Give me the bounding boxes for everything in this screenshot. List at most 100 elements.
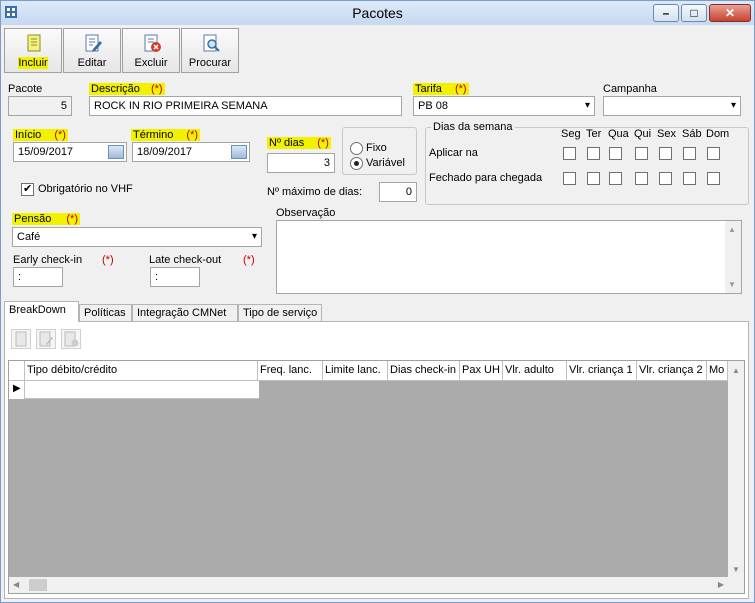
col-vlr-adulto[interactable]: Vlr. adulto (503, 361, 567, 381)
minimize-button[interactable]: – (653, 4, 679, 22)
pensao-select[interactable]: Café ▾ (12, 227, 262, 247)
edit-icon (85, 34, 102, 52)
breakdown-grid: Tipo débito/crédito Freq. lanc. Limite l… (8, 360, 745, 594)
fechado-qui-checkbox[interactable] (635, 172, 648, 185)
new-document-icon (26, 34, 41, 52)
col-mo[interactable]: Mo (707, 361, 728, 381)
scroll-up-icon[interactable]: ▲ (728, 225, 736, 234)
nmax-input[interactable]: 0 (379, 182, 417, 202)
close-button[interactable]: ✕ (709, 4, 751, 22)
calendar-icon[interactable] (108, 145, 124, 159)
aplicar-sab-checkbox[interactable] (683, 147, 696, 160)
col-dias-checkin[interactable]: Dias check-in (388, 361, 460, 381)
excluir-label: Excluir (134, 57, 168, 69)
early-label: Early check-in (13, 254, 83, 266)
breakdown-edit-button[interactable] (36, 329, 56, 349)
aplicar-seg-checkbox[interactable] (563, 147, 576, 160)
pensao-required: (*) (66, 213, 78, 225)
fixo-label: Fixo (366, 142, 387, 154)
inicio-required: (*) (54, 129, 66, 141)
ndias-label: Nº dias (269, 137, 305, 149)
inicio-label: Início (15, 129, 42, 141)
descricao-input[interactable]: ROCK IN RIO PRIMEIRA SEMANA (89, 96, 402, 116)
fechado-label: Fechado para chegada (429, 172, 543, 184)
tab-politicas[interactable]: Políticas (79, 304, 132, 321)
search-icon (203, 34, 220, 52)
procurar-button[interactable]: Procurar (181, 28, 239, 73)
tab-tipo-servico[interactable]: Tipo de serviço (238, 304, 322, 321)
termino-required: (*) (186, 129, 199, 141)
pacote-field: 5 (8, 96, 72, 116)
campanha-select[interactable]: ▾ (603, 96, 741, 116)
table-row[interactable] (25, 381, 259, 399)
pacote-label: Pacote (8, 83, 43, 95)
obrigatorio-checkbox[interactable] (21, 182, 34, 196)
new-document-icon (15, 331, 27, 347)
pacotes-window: Pacotes – □ ✕ Incluir Editar Excluir Pro… (0, 0, 755, 603)
descricao-label: Descrição (91, 83, 140, 95)
pensao-value: Café (17, 231, 41, 243)
ndias-required: (*) (317, 137, 329, 149)
observacao-textarea[interactable]: ▲ ▼ (276, 220, 742, 294)
ndias-label-wrap: Nº dias (*) (267, 137, 331, 149)
dias-semana-title: Dias da semana (431, 121, 515, 133)
editar-label: Editar (77, 57, 107, 69)
variavel-radio[interactable] (350, 157, 363, 170)
scroll-down-icon[interactable]: ▼ (728, 280, 736, 289)
hscroll-thumb[interactable] (29, 579, 47, 591)
col-freq-lanc[interactable]: Freq. lanc. (258, 361, 323, 381)
termino-value: 18/09/2017 (137, 146, 193, 158)
breakdown-add-button[interactable] (11, 329, 31, 349)
ndias-input[interactable]: 3 (267, 153, 335, 173)
aplicar-qui-checkbox[interactable] (635, 147, 648, 160)
day-header-dom: Dom (706, 128, 730, 140)
grid-scroll-up[interactable]: ▲ (728, 361, 744, 381)
day-header-ter: Ter (586, 128, 602, 140)
col-limite-lanc[interactable]: Limite lanc. (323, 361, 388, 381)
grid-vscroll[interactable]: ▼ (728, 381, 744, 577)
pensao-label: Pensão (14, 213, 52, 225)
fechado-sex-checkbox[interactable] (659, 172, 672, 185)
aplicar-dom-checkbox[interactable] (707, 147, 720, 160)
grid-header: Tipo débito/crédito Freq. lanc. Limite l… (9, 361, 744, 381)
tarifa-label-wrap: Tarifa (*) (413, 83, 469, 95)
aplicar-sex-checkbox[interactable] (659, 147, 672, 160)
campanha-label: Campanha (603, 83, 657, 95)
tarifa-select[interactable]: PB 08 ▾ (413, 96, 595, 116)
late-checkout-input[interactable]: : (150, 267, 200, 287)
fechado-dom-checkbox[interactable] (707, 172, 720, 185)
fechado-ter-checkbox[interactable] (587, 172, 600, 185)
fechado-qua-checkbox[interactable] (609, 172, 622, 185)
fixo-radio[interactable] (350, 142, 363, 155)
tab-integracao-cmnet[interactable]: Integração CMNet (132, 304, 238, 321)
col-vlr-crianca-1[interactable]: Vlr. criança 1 (567, 361, 637, 381)
incluir-button[interactable]: Incluir (4, 28, 62, 73)
inicio-value: 15/09/2017 (18, 146, 74, 158)
col-tipo-debito[interactable]: Tipo débito/crédito (25, 361, 258, 381)
day-header-sex: Sex (657, 128, 676, 140)
fechado-seg-checkbox[interactable] (563, 172, 576, 185)
aplicar-ter-checkbox[interactable] (587, 147, 600, 160)
editar-button[interactable]: Editar (63, 28, 121, 73)
termino-label: Término (133, 129, 174, 141)
breakdown-delete-button[interactable] (61, 329, 81, 349)
maximize-icon: □ (690, 6, 698, 20)
calendar-icon[interactable] (231, 145, 247, 159)
early-checkin-input[interactable]: : (13, 267, 63, 287)
maximize-button[interactable]: □ (681, 4, 707, 22)
excluir-button[interactable]: Excluir (122, 28, 180, 73)
grid-hscroll[interactable]: ◀ ▶ (9, 577, 744, 593)
termino-date-input[interactable]: 18/09/2017 (132, 142, 250, 162)
inicio-date-input[interactable]: 15/09/2017 (13, 142, 127, 162)
delete-icon (64, 331, 79, 347)
observacao-scrollbar[interactable]: ▲ ▼ (725, 221, 741, 293)
chevron-down-icon: ▾ (251, 231, 257, 242)
delete-icon (144, 34, 161, 52)
col-pax-uh[interactable]: Pax UH (460, 361, 503, 381)
fechado-sab-checkbox[interactable] (683, 172, 696, 185)
procurar-label: Procurar (188, 57, 232, 69)
aplicar-qua-checkbox[interactable] (609, 147, 622, 160)
tab-breakdown[interactable]: BreakDown (4, 301, 79, 322)
col-vlr-crianca-2[interactable]: Vlr. criança 2 (637, 361, 707, 381)
tarifa-value: PB 08 (418, 100, 448, 112)
